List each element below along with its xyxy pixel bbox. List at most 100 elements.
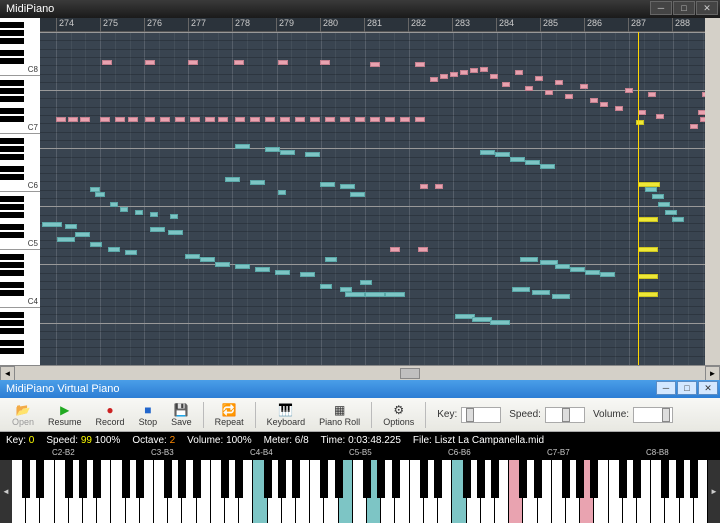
midi-note[interactable] xyxy=(672,217,684,222)
midi-note[interactable] xyxy=(370,117,380,122)
black-key[interactable] xyxy=(661,460,669,498)
midi-note[interactable] xyxy=(665,210,677,215)
vertical-scrollbar[interactable] xyxy=(705,18,720,365)
midi-note[interactable] xyxy=(68,117,78,122)
midi-note[interactable] xyxy=(495,152,510,157)
midi-note[interactable] xyxy=(690,124,698,129)
midi-note[interactable] xyxy=(110,202,118,207)
midi-note[interactable] xyxy=(235,144,250,149)
midi-note[interactable] xyxy=(250,180,265,185)
midi-note[interactable] xyxy=(218,117,228,122)
midi-note[interactable] xyxy=(645,187,657,192)
midi-note[interactable] xyxy=(415,62,425,67)
scroll-left-arrow[interactable]: ◄ xyxy=(0,366,15,381)
minimize-button[interactable]: ─ xyxy=(650,1,672,15)
midi-note[interactable] xyxy=(415,117,425,122)
midi-note[interactable] xyxy=(190,117,200,122)
black-key[interactable] xyxy=(420,460,428,498)
close-button[interactable]: ✕ xyxy=(696,1,718,15)
midi-note[interactable] xyxy=(115,117,125,122)
black-key[interactable] xyxy=(392,460,400,498)
black-key[interactable] xyxy=(65,460,73,498)
midi-note[interactable] xyxy=(275,270,290,275)
midi-note[interactable] xyxy=(325,257,337,262)
midi-note[interactable] xyxy=(450,72,458,77)
midi-note[interactable] xyxy=(170,214,178,219)
midi-note[interactable] xyxy=(565,94,573,99)
midi-note[interactable] xyxy=(320,60,330,65)
piano-roll-key-gutter[interactable]: C8C7C6C5C4 xyxy=(0,18,40,365)
midi-note[interactable] xyxy=(555,264,570,269)
midi-note[interactable] xyxy=(420,184,428,189)
midi-note[interactable] xyxy=(652,194,664,199)
black-key[interactable] xyxy=(36,460,44,498)
midi-note[interactable] xyxy=(160,117,170,122)
midi-note[interactable] xyxy=(57,237,75,242)
midi-note[interactable] xyxy=(145,117,155,122)
midi-note[interactable] xyxy=(75,232,90,237)
black-key[interactable] xyxy=(676,460,684,498)
midi-note[interactable] xyxy=(472,317,492,322)
midi-note[interactable] xyxy=(340,117,350,122)
midi-note[interactable] xyxy=(340,184,355,189)
midi-note[interactable] xyxy=(225,177,240,182)
black-key[interactable] xyxy=(193,460,201,498)
midi-note[interactable] xyxy=(320,284,332,289)
vp-minimize-button[interactable]: ─ xyxy=(656,381,676,395)
midi-note[interactable] xyxy=(205,117,215,122)
midi-note[interactable] xyxy=(532,290,550,295)
midi-note[interactable] xyxy=(555,80,563,85)
midi-note[interactable] xyxy=(255,267,270,272)
midi-note[interactable] xyxy=(150,212,158,217)
midi-note[interactable] xyxy=(520,257,538,262)
midi-note[interactable] xyxy=(350,192,365,197)
midi-note[interactable] xyxy=(100,117,110,122)
midi-note[interactable] xyxy=(56,117,66,122)
midi-note[interactable] xyxy=(638,292,658,297)
midi-note[interactable] xyxy=(168,230,183,235)
record-button[interactable]: ●Record xyxy=(90,401,131,429)
midi-note[interactable] xyxy=(135,210,143,215)
speed-slider[interactable] xyxy=(545,407,585,423)
midi-note[interactable] xyxy=(215,262,230,267)
midi-note[interactable] xyxy=(648,92,656,97)
resume-button[interactable]: ▶Resume xyxy=(42,401,88,429)
key-slider[interactable] xyxy=(461,407,501,423)
open-button[interactable]: 📂Open xyxy=(6,401,40,429)
midi-note[interactable] xyxy=(320,182,335,187)
midi-note[interactable] xyxy=(525,160,540,165)
midi-note[interactable] xyxy=(535,76,543,81)
midi-note[interactable] xyxy=(390,247,400,252)
black-key[interactable] xyxy=(164,460,172,498)
vp-maximize-button[interactable]: □ xyxy=(677,381,697,395)
midi-note[interactable] xyxy=(638,182,660,187)
black-key[interactable] xyxy=(22,460,30,498)
midi-note[interactable] xyxy=(552,294,570,299)
kb-scroll-left[interactable]: ◄ xyxy=(0,460,12,523)
midi-note[interactable] xyxy=(90,242,102,247)
midi-note[interactable] xyxy=(234,60,244,65)
maximize-button[interactable]: □ xyxy=(673,1,695,15)
midi-note[interactable] xyxy=(625,88,633,93)
piano-roll-button[interactable]: ▦Piano Roll xyxy=(313,401,366,429)
midi-note[interactable] xyxy=(600,102,608,107)
midi-note[interactable] xyxy=(430,77,438,82)
midi-note[interactable] xyxy=(385,292,405,297)
black-key[interactable] xyxy=(590,460,598,498)
options-button[interactable]: ⚙Options xyxy=(377,401,420,429)
midi-note[interactable] xyxy=(490,74,498,79)
black-key[interactable] xyxy=(633,460,641,498)
midi-note[interactable] xyxy=(102,60,112,65)
midi-note[interactable] xyxy=(310,117,320,122)
midi-note[interactable] xyxy=(65,224,77,229)
midi-note[interactable] xyxy=(525,86,533,91)
midi-note[interactable] xyxy=(656,114,664,119)
midi-note[interactable] xyxy=(638,274,658,279)
midi-note[interactable] xyxy=(265,147,280,152)
black-key[interactable] xyxy=(619,460,627,498)
midi-note[interactable] xyxy=(345,292,365,297)
kb-scroll-right[interactable]: ► xyxy=(708,460,720,523)
scroll-thumb[interactable] xyxy=(400,368,420,379)
midi-note[interactable] xyxy=(360,280,372,285)
black-key[interactable] xyxy=(320,460,328,498)
